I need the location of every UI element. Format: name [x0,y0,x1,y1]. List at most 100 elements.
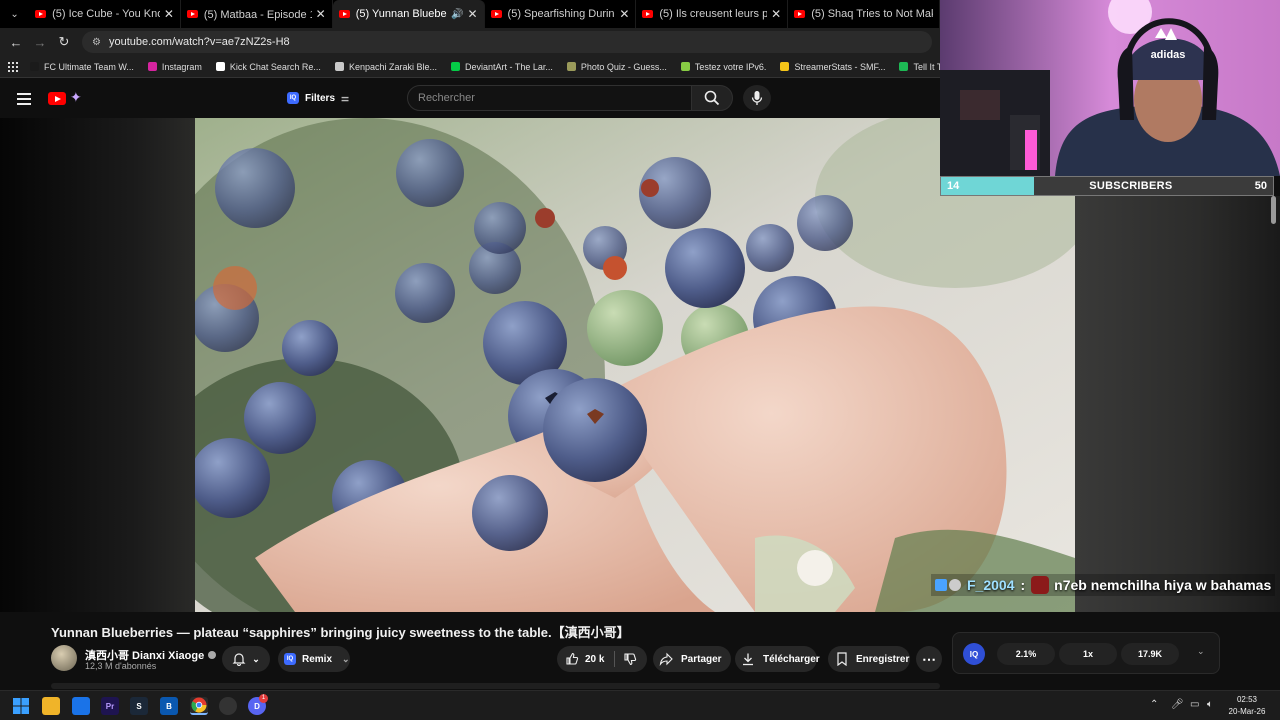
thumbs-down-icon[interactable] [623,652,637,666]
tray-expand-icon[interactable]: ⌃ [1150,699,1158,710]
chat-text: n7eb nemchilha hiya w bahamas [1054,577,1272,593]
filters-button[interactable]: IQ Filters ⚌ [287,88,349,108]
bookmark-favicon-icon [899,62,909,71]
close-icon[interactable]: ✕ [619,7,629,21]
tab-0[interactable]: (5) Ice Cube - You Know How W ✕ [29,0,181,28]
badge-icon [935,579,947,591]
bookmark-favicon-icon [147,62,157,71]
cap-text: adidas [1151,49,1186,61]
tab-4[interactable]: (5) Ils creusent leurs propres to ✕ [636,0,789,28]
bookmark-item[interactable]: Kick Chat Search Re... [215,62,321,72]
chevron-down-icon[interactable]: ⌄ [1197,646,1205,657]
clock-date: 20-Mar-26 [1228,707,1266,716]
search-input[interactable]: Rechercher [407,85,692,111]
back-icon[interactable]: ← [4,35,28,50]
forward-icon[interactable]: → [28,35,52,50]
tab-5[interactable]: (5) Shaq Tries to Not Make a [788,0,941,28]
tab-search-button[interactable]: ⌄ [4,3,25,25]
file-explorer-icon[interactable] [42,697,60,715]
doodle-icon[interactable]: ✦ [70,89,82,106]
bookmark-item[interactable]: FC Ultimate Team W... [30,62,134,72]
bell-icon [232,653,246,666]
clock[interactable]: 02:53 20-Mar-26 [1226,694,1268,718]
video-title: Yunnan Blueberries — plateau “sapphires”… [51,625,630,640]
taskbar: Pr S B D 1 ⌃ 🎤︎ ▭ 🔈︎ 02:53 20-Mar-26 [0,690,1280,720]
chevron-down-icon: ⌄ [342,653,350,664]
bookmark-item[interactable]: DeviantArt - The Lar... [450,62,553,72]
outlook-icon[interactable] [72,697,90,715]
iq-logo-icon[interactable]: IQ [963,643,985,665]
share-icon [659,652,673,666]
speaker-icon[interactable]: 🔊 [451,9,463,20]
chrome-icon[interactable] [190,697,208,715]
iq-stat-speed: 1x [1059,643,1117,665]
close-icon[interactable]: ✕ [771,7,781,21]
microphone-icon [751,91,763,105]
site-info-icon[interactable]: ⚙ [92,37,101,48]
tab-title: (5) Yunnan Blueberries — p [355,8,447,20]
battlenet-icon[interactable]: B [160,697,178,715]
bookmark-favicon-icon [780,62,790,71]
bookmark-item[interactable]: Testez votre IPv6. [680,61,767,72]
chat-username: F_2004 [967,577,1015,593]
premiere-icon[interactable]: Pr [101,697,119,715]
share-label: Partager [681,653,722,665]
subscriber-label: SUBSCRIBERS [1089,180,1173,192]
bookmark-icon [837,652,847,666]
divider [614,651,616,667]
channel-avatar[interactable] [51,645,77,671]
reload-icon[interactable]: ↻ [52,34,76,50]
share-button[interactable]: Partager [653,646,731,672]
video-player[interactable] [0,118,1075,612]
like-count[interactable]: 20 k [585,654,604,665]
more-actions-button[interactable]: ⋯ [916,646,942,672]
microphone-tray-icon[interactable]: 🎤︎ [1171,699,1184,710]
video-pillarbox [0,118,195,612]
bookmark-item[interactable]: Instagram [147,62,202,72]
tab-3[interactable]: (5) Spearfishing During Ramad✕ [485,0,637,28]
subscriber-count-text: 12,3 M d'abonnés [85,661,157,671]
apps-grid-icon[interactable] [8,61,18,72]
bookmarks-bar: FC Ultimate Team W... Instagram Kick Chat … [0,56,940,78]
tab-1[interactable]: (5) Matbaa - Episode 1 | 1 حلقة ✕ [181,0,333,28]
volume-icon[interactable]: 🔈︎ [1207,699,1213,710]
thumbs-up-icon[interactable] [565,652,579,666]
bookmark-label: Photo Quiz - Guess... [580,61,667,72]
iq-stat-views: 17.9K [1121,643,1179,665]
steam-icon[interactable]: S [130,697,148,715]
close-icon[interactable]: ✕ [316,7,326,21]
youtube-icon [35,10,47,18]
close-icon[interactable]: ✕ [467,7,477,21]
emote-icon [1031,576,1050,594]
save-button[interactable]: Enregistrer [828,646,910,672]
network-icon[interactable]: ▭ [1190,699,1199,710]
notifications-button[interactable]: ⌄ [222,646,270,672]
bookmark-label: Testez votre IPv6. [694,61,767,72]
bookmark-item[interactable]: Photo Quiz - Guess... [566,61,667,72]
page-scrollbar[interactable] [1271,196,1276,224]
app-icon[interactable] [219,697,237,715]
download-button[interactable]: Télécharger [735,646,820,672]
remix-label: Remix [302,653,333,665]
badge-icon [949,579,961,591]
youtube-icon [186,10,198,18]
tab-2[interactable]: (5) Yunnan Blueberries — p 🔊 ✕ [332,0,485,28]
voice-search-button[interactable] [743,85,771,111]
youtube-logo[interactable] [48,92,66,105]
url-field[interactable]: ⚙ youtube.com/watch?v=ae7zNZ2s-H8 [82,31,932,53]
windows-start-icon[interactable] [12,697,30,715]
tab-title: (5) Ice Cube - You Know How W [52,8,160,20]
close-icon[interactable]: ✕ [164,7,174,21]
clock-time: 02:53 [1236,695,1258,704]
description-preview[interactable] [51,683,940,689]
iq-icon: IQ [287,92,299,104]
youtube-icon [642,10,654,18]
bookmark-item[interactable]: Kenpachi Zaraki Ble... [334,62,437,72]
bookmark-item[interactable]: StreamerStats - SMF... [780,62,885,72]
remix-button[interactable]: IQ Remix ⌄ [278,646,350,672]
search-button[interactable] [691,85,733,111]
youtube-header: ✦ IQ Filters ⚌ Rechercher [0,78,940,118]
bookmark-item[interactable]: Tell It To My Heart -... [899,62,940,72]
chat-message: F_2004 : n7eb nemchilha hiya w bahamas [931,574,1276,596]
menu-icon[interactable] [17,93,31,105]
